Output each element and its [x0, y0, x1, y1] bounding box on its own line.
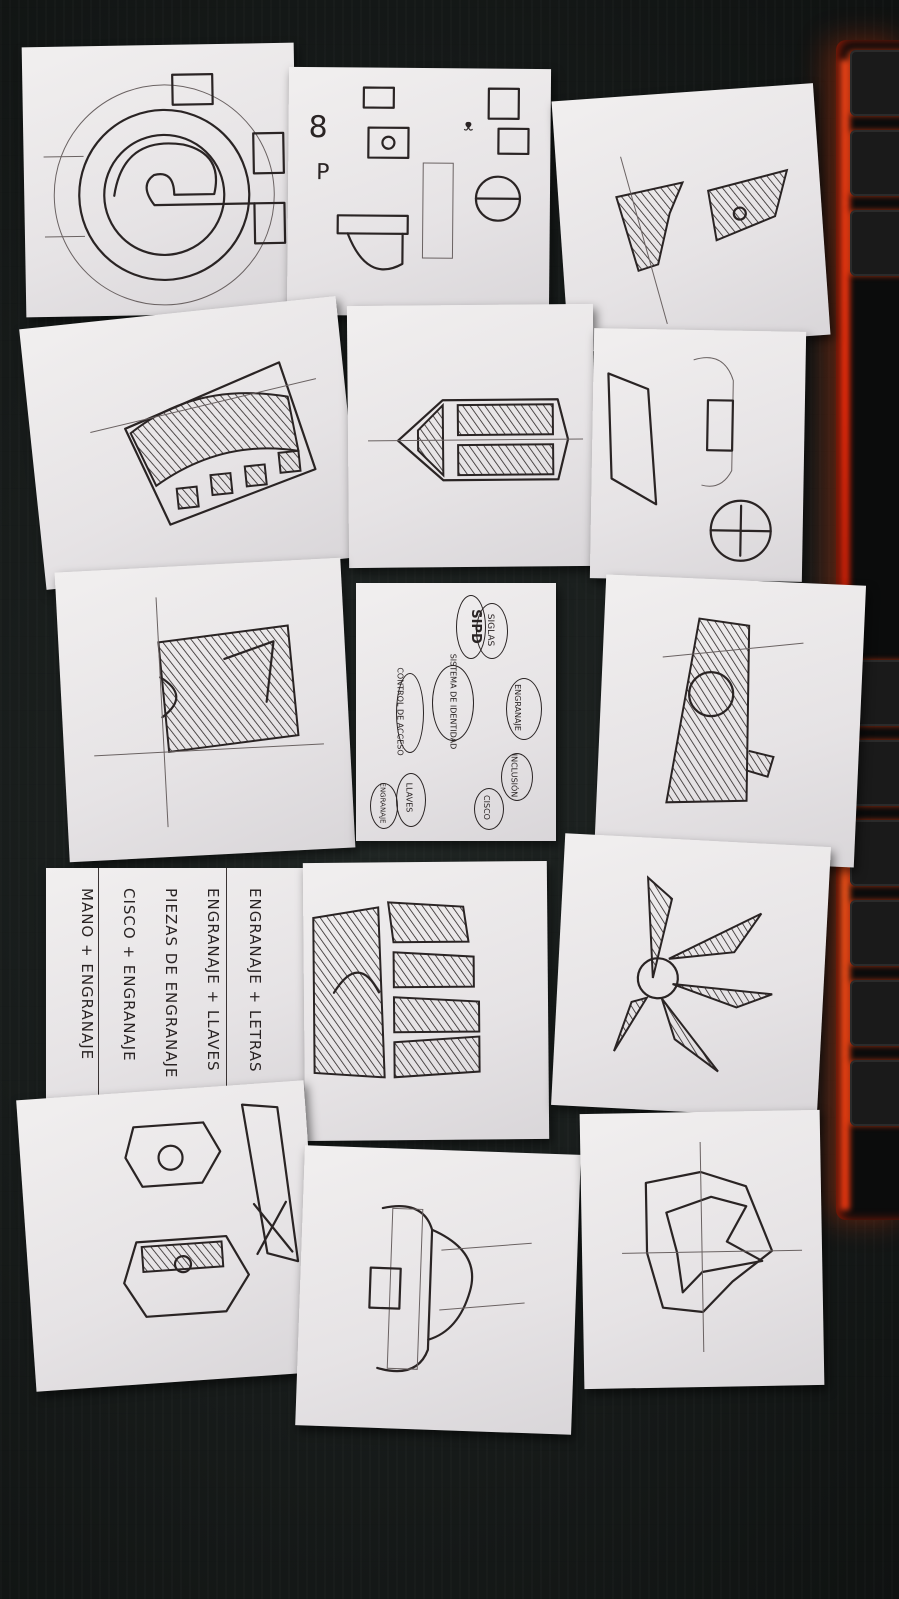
- list-line-2: ENGRANAJE + LLAVES: [204, 888, 222, 1072]
- sticky-note-gear-icons: [16, 1080, 324, 1392]
- sticky-note-tall-shard: [593, 574, 867, 868]
- shard-logo-sketch: [615, 156, 789, 325]
- keyboard-key: [850, 980, 899, 1046]
- tall-shard-sketch: [662, 617, 804, 804]
- mindmap-node-inclusion: INCLUSIÓN: [509, 753, 519, 798]
- shield-emblem-sketch: [368, 398, 584, 482]
- sticky-note-star-gear: [551, 833, 831, 1119]
- list-rule: [98, 868, 99, 1118]
- star-gear-sketch: [613, 875, 773, 1073]
- sticky-note-square-gear: [54, 557, 356, 863]
- list-line-3: PIEZAS DE ENGRANAJE: [162, 888, 180, 1079]
- gear-banner-sketch: [90, 361, 317, 526]
- gear-icons-sketch: [123, 1103, 300, 1318]
- mindmap-node-engranaje: ENGRANAJE: [512, 684, 522, 731]
- striped-gear-sketch: [312, 901, 481, 1079]
- square-gear-sketch: [94, 597, 324, 828]
- sticky-note-lock-star: [579, 1109, 825, 1390]
- lock-star-sketch: [622, 1142, 803, 1352]
- svg-text:P: P: [316, 160, 329, 185]
- mindmap-node-cisco: CISCO: [481, 795, 491, 820]
- sticky-note-striped-gear: [302, 860, 550, 1142]
- sticky-note-letter-sketches: 8 P ᴥ: [286, 66, 552, 318]
- keyboard-key: [850, 210, 899, 276]
- sticky-note-shard-logos: [551, 83, 831, 353]
- list-rule: [226, 868, 227, 1118]
- list-line-1: ENGRANAJE + LETRAS: [246, 888, 264, 1073]
- keyboard-key: [850, 130, 899, 196]
- mindmap-node-llaves: LLAVES: [404, 782, 414, 813]
- sticky-note-shield-emblem: [346, 303, 596, 569]
- svg-text:ᴥ: ᴥ: [464, 115, 474, 134]
- gear-swirl-sketch: [43, 72, 287, 306]
- list-line-5: MANO + ENGRANAJE: [78, 888, 96, 1061]
- mindmap-node-control: CONTROL DE ACCESO: [395, 667, 405, 756]
- mindmap-center: SISTEMA DE IDENTIDAD: [448, 653, 458, 750]
- keyboard-key: [850, 820, 899, 886]
- keyboard-key: [850, 1060, 899, 1126]
- list-line-4: CISCO + ENGRANAJE: [120, 888, 138, 1062]
- mindmap-node-siglas: SIGLAS: [485, 613, 496, 647]
- sticky-note-gear-banner: [19, 296, 363, 590]
- keyboard-key: [850, 50, 899, 116]
- keyhole-gear-sketch: [368, 1205, 532, 1373]
- key-gear-sketch: [607, 357, 772, 562]
- sticky-note-key-gear: [589, 328, 807, 582]
- mindmap-node-engranaje-2: ENGRANAJE: [378, 782, 387, 824]
- sticky-note-keyhole-gear: [295, 1145, 581, 1435]
- sticky-note-idea-list: ENGRANAJE + LETRAS ENGRANAJE + LLAVES PI…: [46, 868, 312, 1118]
- sticky-note-gear-swirl: [21, 42, 299, 318]
- letter-gear-sketches: 8 P ᴥ: [308, 86, 530, 271]
- sticky-note-mind-map: SIPD SIGLAS SISTEMA DE IDENTIDAD ENGRANA…: [356, 583, 556, 841]
- svg-text:8: 8: [308, 110, 327, 145]
- mindmap-bubble: [506, 678, 542, 740]
- keyboard-key: [850, 900, 899, 966]
